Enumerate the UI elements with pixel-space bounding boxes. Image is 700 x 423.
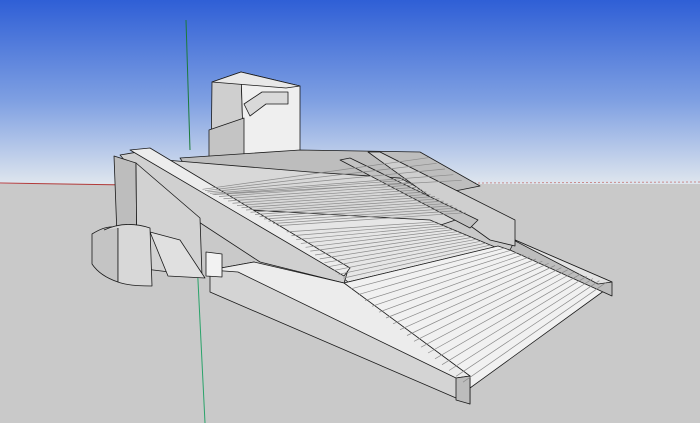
stair-end-block [455, 375, 471, 405]
door-opening [205, 251, 223, 278]
3d-viewport[interactable] [0, 0, 700, 423]
viewport-canvas[interactable] [0, 0, 700, 423]
